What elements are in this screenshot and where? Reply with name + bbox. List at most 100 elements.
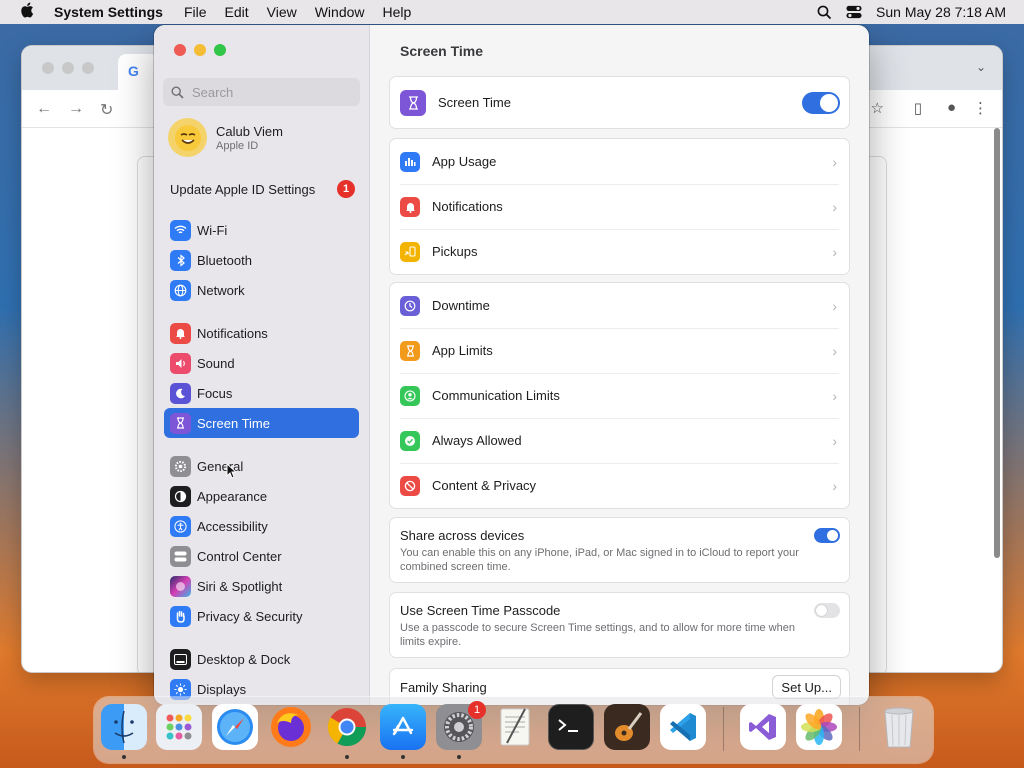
communication-limits-row[interactable]: Communication Limits › [390,373,849,418]
settings-sidebar: Search Calub Viem Apple ID Update Apple … [154,25,370,705]
passcode-description: Use a passcode to secure Screen Time set… [400,622,795,648]
menu-help[interactable]: Help [374,4,421,20]
safari-icon[interactable] [212,704,258,750]
spotlight-search-icon[interactable] [816,4,832,20]
passcode-toggle[interactable] [814,603,840,618]
menu-clock[interactable]: Sun May 28 7:18 AM [876,4,1006,20]
menu-file[interactable]: File [175,4,216,20]
tab-search-chevron-icon[interactable]: ⌄ [976,60,986,74]
window-close-button[interactable] [174,44,186,56]
screen-time-toggle[interactable] [802,91,840,114]
sidebar-item-focus[interactable]: Focus [164,378,359,408]
share-devices-toggle[interactable] [814,528,840,543]
window-zoom-button[interactable] [214,44,226,56]
trash-icon[interactable] [876,704,922,750]
bookmark-star-icon[interactable]: ☆ [871,99,884,117]
menu-window[interactable]: Window [306,4,374,20]
textedit-icon[interactable] [492,704,538,750]
sidebar-item-control-center[interactable]: Control Center [164,541,359,571]
browser-minimize-icon[interactable] [62,62,74,74]
sidebar-item-appearance[interactable]: Appearance [164,481,359,511]
back-arrow-icon[interactable]: ← [36,100,52,118]
family-sharing-title: Family Sharing [400,680,487,695]
pickups-row[interactable]: Pickups › [390,229,849,274]
sidebar-item-label: Bluetooth [197,252,252,268]
firefox-icon[interactable] [268,704,314,750]
terminal-icon[interactable] [548,704,594,750]
sidebar-item-wifi[interactable]: Wi-Fi [164,215,359,245]
sidebar-item-notifications[interactable]: Notifications [164,318,359,348]
update-apple-id-settings[interactable]: Update Apple ID Settings 1 [170,180,355,198]
app-usage-row[interactable]: App Usage › [390,139,849,184]
app-store-icon[interactable] [380,704,426,750]
screen-time-row: Screen Time [390,77,849,128]
row-label: Content & Privacy [432,478,537,493]
garageband-icon[interactable] [604,704,650,750]
forward-arrow-icon[interactable]: → [68,100,84,118]
chart-icon [400,151,420,172]
hand-icon [170,605,191,627]
menu-edit[interactable]: Edit [216,4,258,20]
control-center-icon [170,545,191,567]
bluetooth-icon [170,249,191,271]
chevron-right-icon: › [832,432,837,449]
apple-id-account[interactable]: Calub Viem Apple ID [168,118,283,157]
browser-close-icon[interactable] [42,62,54,74]
sidebar-item-desktop-dock[interactable]: Desktop & Dock [164,644,359,674]
app-limits-row[interactable]: App Limits › [390,328,849,373]
browser-zoom-icon[interactable] [82,62,94,74]
sidebar-item-siri-spotlight[interactable]: Siri & Spotlight [164,571,359,601]
sidebar-item-label: Screen Time [197,415,270,431]
sidebar-item-network[interactable]: Network [164,275,359,305]
sidebar-search-field[interactable]: Search [163,78,360,106]
passcode-group: Use Screen Time Passcode Use a passcode … [390,593,849,657]
browser-scrollbar[interactable] [994,128,1000,558]
settings-badge: 1 [468,701,486,719]
browser-tab[interactable]: G [118,54,158,90]
sidebar-item-label: Notifications [197,325,268,341]
always-allowed-row[interactable]: Always Allowed › [390,418,849,463]
launchpad-icon[interactable] [156,704,202,750]
chevron-right-icon: › [832,387,837,404]
chrome-icon[interactable] [324,704,370,750]
screen-time-group: Screen Time [390,77,849,128]
app-menu[interactable]: System Settings [54,4,175,20]
pickups-icon [400,241,420,262]
sidebar-item-general[interactable]: General [164,451,359,481]
profile-icon[interactable]: ● [947,99,956,116]
downtime-row[interactable]: Downtime › [390,283,849,328]
reload-icon[interactable]: ↻ [100,100,113,120]
menu-view[interactable]: View [258,4,306,20]
vscode-icon[interactable] [660,704,706,750]
sidebar-item-label: Sound [197,355,235,371]
system-settings-icon[interactable]: 1 [436,701,486,750]
running-indicator [345,755,349,759]
sidebar-item-sound[interactable]: Sound [164,348,359,378]
browser-menu-icon[interactable]: ⋮ [973,99,988,117]
content-privacy-row[interactable]: Content & Privacy › [390,463,849,508]
side-panel-icon[interactable]: ▯ [914,99,922,117]
search-icon [171,85,184,99]
sidebar-item-label: General [197,458,244,474]
update-badge: 1 [337,180,355,198]
family-setup-button[interactable]: Set Up... [773,676,840,698]
siri-icon [170,575,191,597]
sidebar-item-accessibility[interactable]: Accessibility [164,511,359,541]
search-placeholder: Search [192,84,234,100]
chevron-right-icon: › [832,297,837,314]
photos-icon[interactable] [796,704,842,750]
sidebar-item-privacy-security[interactable]: Privacy & Security [164,601,359,631]
check-icon [400,430,420,451]
apple-menu-icon[interactable] [0,2,54,22]
running-indicator [457,755,461,759]
sidebar-item-bluetooth[interactable]: Bluetooth [164,245,359,275]
dock-separator [859,707,860,751]
control-center-icon[interactable] [846,4,862,20]
sidebar-item-screen-time[interactable]: Screen Time [164,408,359,438]
notifications-row[interactable]: Notifications › [390,184,849,229]
window-minimize-button[interactable] [194,44,206,56]
running-indicator [122,755,126,759]
finder-icon[interactable] [101,704,147,750]
sidebar-item-label: Network [197,282,245,298]
visual-studio-icon[interactable] [740,704,786,750]
